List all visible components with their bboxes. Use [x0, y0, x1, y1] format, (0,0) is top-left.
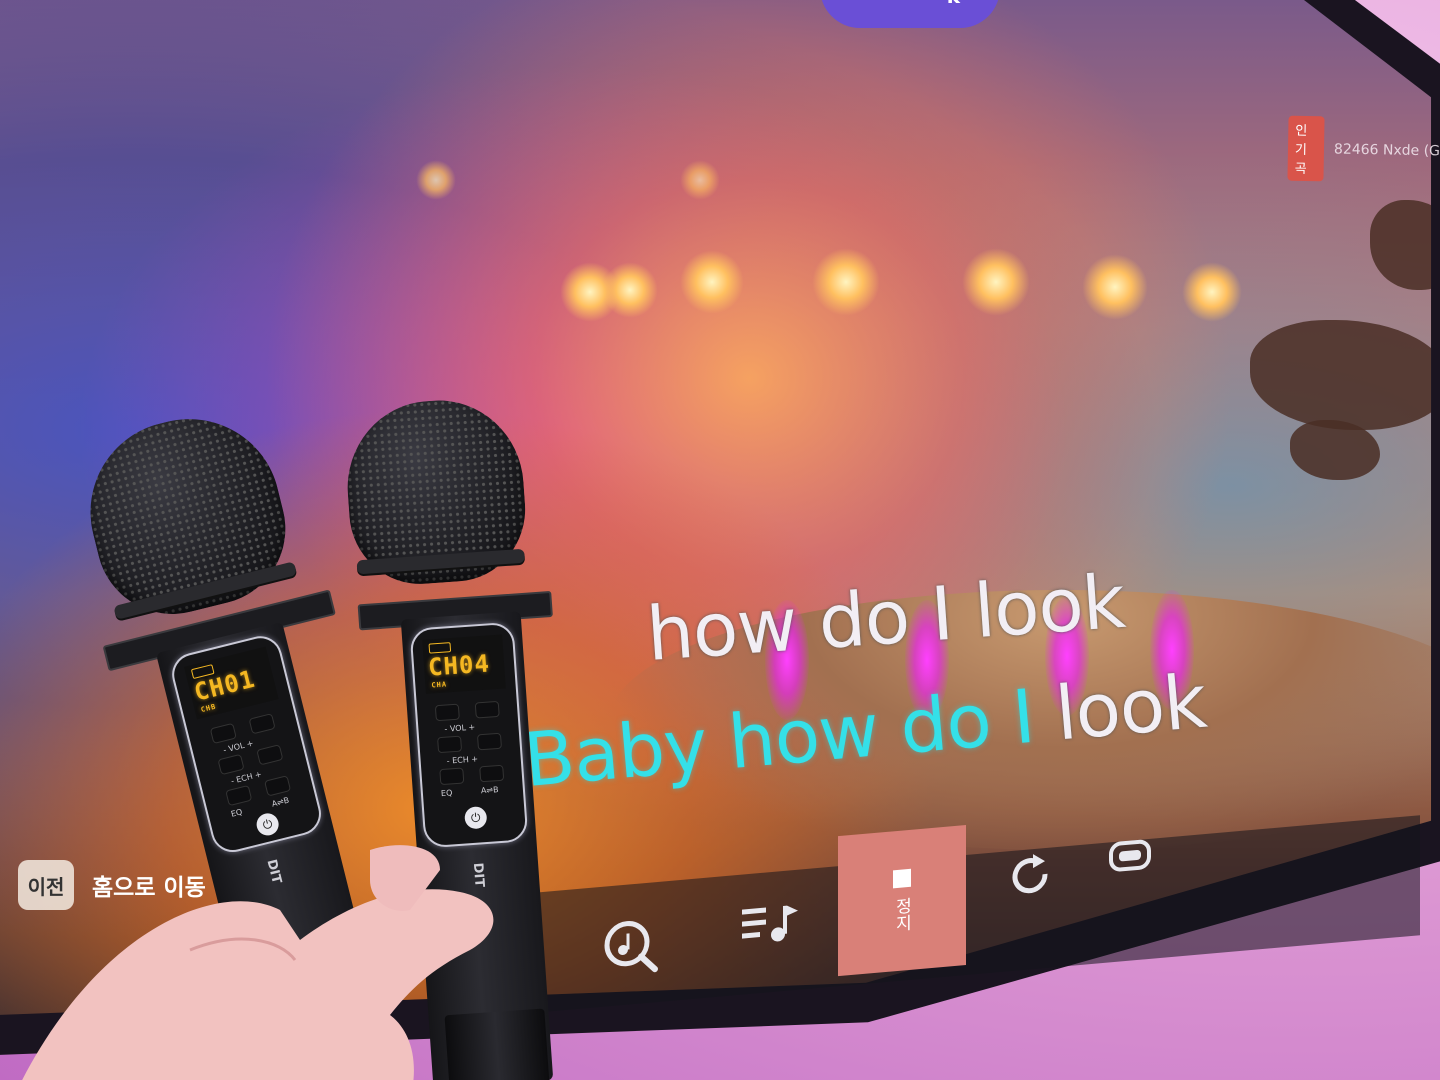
- echo-down-button[interactable]: [439, 767, 465, 786]
- stage-light: [680, 250, 744, 314]
- stage-light: [602, 262, 658, 318]
- replay-button[interactable]: [990, 832, 1070, 919]
- mic-button[interactable]: [248, 713, 276, 735]
- stage-light: [962, 248, 1030, 316]
- voice-icon: [1109, 839, 1151, 872]
- stage-light: [680, 160, 720, 200]
- stop-button[interactable]: 정지: [838, 824, 966, 977]
- tree-silhouette: [1250, 320, 1432, 430]
- mic-button[interactable]: [209, 722, 237, 745]
- song-header: 인기곡 82466 Nxde (G: [1287, 115, 1440, 184]
- stop-label: 정지: [891, 896, 912, 933]
- volume-down-button[interactable]: [437, 735, 463, 754]
- song-title: 82466 Nxde (G: [1333, 140, 1440, 159]
- channel-readout: CH04: [427, 649, 491, 682]
- echo-label: - ECH +: [446, 754, 479, 766]
- playlist-button[interactable]: [730, 881, 810, 968]
- lyric-line-2-rest: look: [1029, 658, 1210, 760]
- stage-light: [1182, 262, 1242, 322]
- echo-label: - ECH +: [230, 769, 263, 786]
- volume-down-button[interactable]: [217, 753, 245, 776]
- mic-display: CH01 CHB: [184, 646, 279, 720]
- hand: [22, 845, 494, 1080]
- stage-light: [416, 160, 456, 200]
- echo-up-button[interactable]: [479, 764, 505, 783]
- stage-light: [1082, 254, 1148, 320]
- replay-icon: [1012, 854, 1048, 894]
- stage-light: [812, 248, 880, 316]
- karaoke-scene: k 인기곡 82466 Nxde (G how do I look Baby h…: [0, 0, 1440, 1080]
- popular-badge: 인기곡: [1287, 115, 1325, 182]
- voice-button[interactable]: [1090, 813, 1170, 900]
- mic-display: CH04 CHA: [422, 634, 506, 694]
- mic-button[interactable]: [474, 700, 500, 719]
- volume-up-button[interactable]: [476, 732, 503, 751]
- tree-silhouette: [1370, 200, 1432, 290]
- playlist-icon: [742, 905, 798, 942]
- volume-up-button[interactable]: [256, 744, 284, 766]
- echo-up-button[interactable]: [264, 775, 292, 797]
- volume-label: - VOL +: [222, 738, 255, 755]
- stop-icon: [893, 868, 911, 889]
- top-pill-banner: k: [820, 0, 1000, 28]
- ab-label: A⇌B: [480, 785, 499, 796]
- eq-label: EQ: [440, 788, 453, 799]
- channel-sub: CHA: [431, 680, 448, 690]
- volume-label: - VOL +: [444, 722, 476, 734]
- mic-button[interactable]: [434, 703, 460, 722]
